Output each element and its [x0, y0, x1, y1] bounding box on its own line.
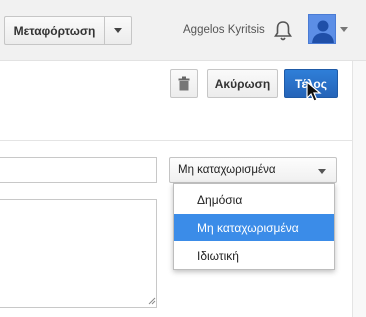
- description-textarea[interactable]: [0, 199, 157, 308]
- privacy-select[interactable]: Μη καταχωρισμένα: [169, 157, 337, 183]
- top-bar: Μεταφόρτωση Aggelos Kyritsis: [0, 0, 366, 61]
- cancel-button-label: Ακύρωση: [214, 76, 271, 91]
- chevron-down-icon: [318, 169, 326, 174]
- mouse-pointer-icon: [306, 81, 322, 102]
- account-menu-chevron-icon[interactable]: [340, 27, 348, 32]
- privacy-dropdown: Δημόσια Μη καταχωρισμένα Ιδιωτική: [173, 183, 335, 270]
- delete-button[interactable]: [170, 69, 198, 98]
- upload-button[interactable]: Μεταφόρτωση: [4, 16, 104, 45]
- trash-icon: [178, 76, 190, 91]
- title-input[interactable]: [0, 157, 157, 183]
- scrollbar-gutter[interactable]: [353, 61, 366, 317]
- divider: [0, 140, 352, 141]
- upload-button-label: Μεταφόρτωση: [13, 23, 96, 38]
- cancel-button[interactable]: Ακύρωση: [207, 69, 278, 98]
- privacy-option-public[interactable]: Δημόσια: [174, 186, 334, 213]
- privacy-option-private[interactable]: Ιδιωτική: [174, 242, 334, 269]
- username[interactable]: Aggelos Kyritsis: [183, 24, 265, 36]
- chevron-down-icon: [114, 28, 122, 33]
- privacy-select-value: Μη καταχωρισμένα: [178, 164, 276, 176]
- user-avatar-icon[interactable]: [308, 14, 336, 44]
- resize-handle-icon[interactable]: [148, 297, 156, 305]
- privacy-option-unlisted[interactable]: Μη καταχωρισμένα: [174, 214, 334, 241]
- upload-menu-button[interactable]: [104, 16, 132, 45]
- bell-icon[interactable]: [273, 19, 293, 43]
